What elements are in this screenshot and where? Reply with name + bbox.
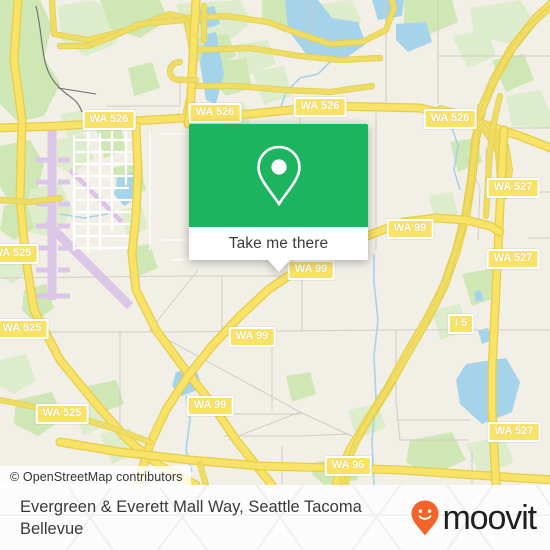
highway-shield-label: WA 526 (195, 106, 235, 118)
popup-header (189, 124, 368, 227)
highway-shield: WA 526 (293, 97, 347, 117)
highway-shield: WA 99 (186, 396, 234, 416)
moovit-map-screenshot: .land{fill:#f2efe7} .green{fill:#cfe7b4}… (0, 0, 550, 550)
take-me-there-label: Take me there (228, 234, 329, 252)
highway-shield-label: WA 527 (493, 252, 533, 264)
highway-shield: WA 525 (35, 404, 89, 424)
highway-shield: WA 527 (486, 178, 540, 198)
highway-shield: WA 96 (324, 456, 372, 476)
highway-shield: WA 525 (0, 319, 49, 339)
highway-shield-label: WA 525 (0, 247, 32, 259)
osm-attribution-text: © OpenStreetMap contributors (10, 470, 183, 484)
highway-shield-label: WA 99 (294, 263, 328, 275)
map-pin-icon (256, 145, 301, 206)
highway-shield-label: WA 526 (89, 113, 129, 125)
highway-shield: WA 99 (287, 260, 335, 280)
highway-shield: WA 527 (486, 249, 540, 269)
osm-attribution[interactable]: © OpenStreetMap contributors (0, 466, 191, 488)
moovit-logo[interactable]: moovit (410, 498, 537, 537)
highway-shield: WA 526 (423, 109, 477, 129)
highway-shield-label: WA 527 (494, 425, 534, 437)
page-footer: Evergreen & Everett Mall Way, Seattle Ta… (0, 485, 550, 550)
highway-shield: WA 527 (487, 422, 541, 442)
moovit-wordmark: moovit (442, 498, 537, 537)
location-popup[interactable]: Take me there (189, 124, 368, 272)
highway-shield-label: WA 96 (331, 459, 365, 471)
highway-shield: WA 99 (228, 327, 276, 347)
highway-shield-label: WA 526 (300, 100, 340, 112)
highway-shield: I 5 (447, 314, 475, 334)
highway-shield-label: WA 99 (393, 222, 427, 234)
highway-shield: WA 526 (82, 110, 136, 130)
highway-shield: WA 525 (0, 244, 39, 264)
highway-shield-label: WA 527 (493, 181, 533, 193)
highway-shield-label: WA 526 (430, 112, 470, 124)
highway-shield: WA 99 (386, 219, 434, 239)
highway-shield-label: I 5 (454, 317, 468, 329)
highway-shield-label: WA 99 (193, 399, 227, 411)
location-title: Evergreen & Everett Mall Way, Seattle Ta… (20, 497, 362, 538)
popup-action-bar[interactable]: Take me there (189, 227, 368, 260)
popup-pointer-tail (267, 260, 290, 272)
highway-shield-label: WA 525 (42, 407, 82, 419)
highway-shield-label: WA 525 (2, 322, 42, 334)
moovit-pin-smile-icon (411, 500, 439, 535)
highway-shield-label: WA 99 (235, 330, 269, 342)
highway-shield: WA 526 (188, 103, 242, 123)
